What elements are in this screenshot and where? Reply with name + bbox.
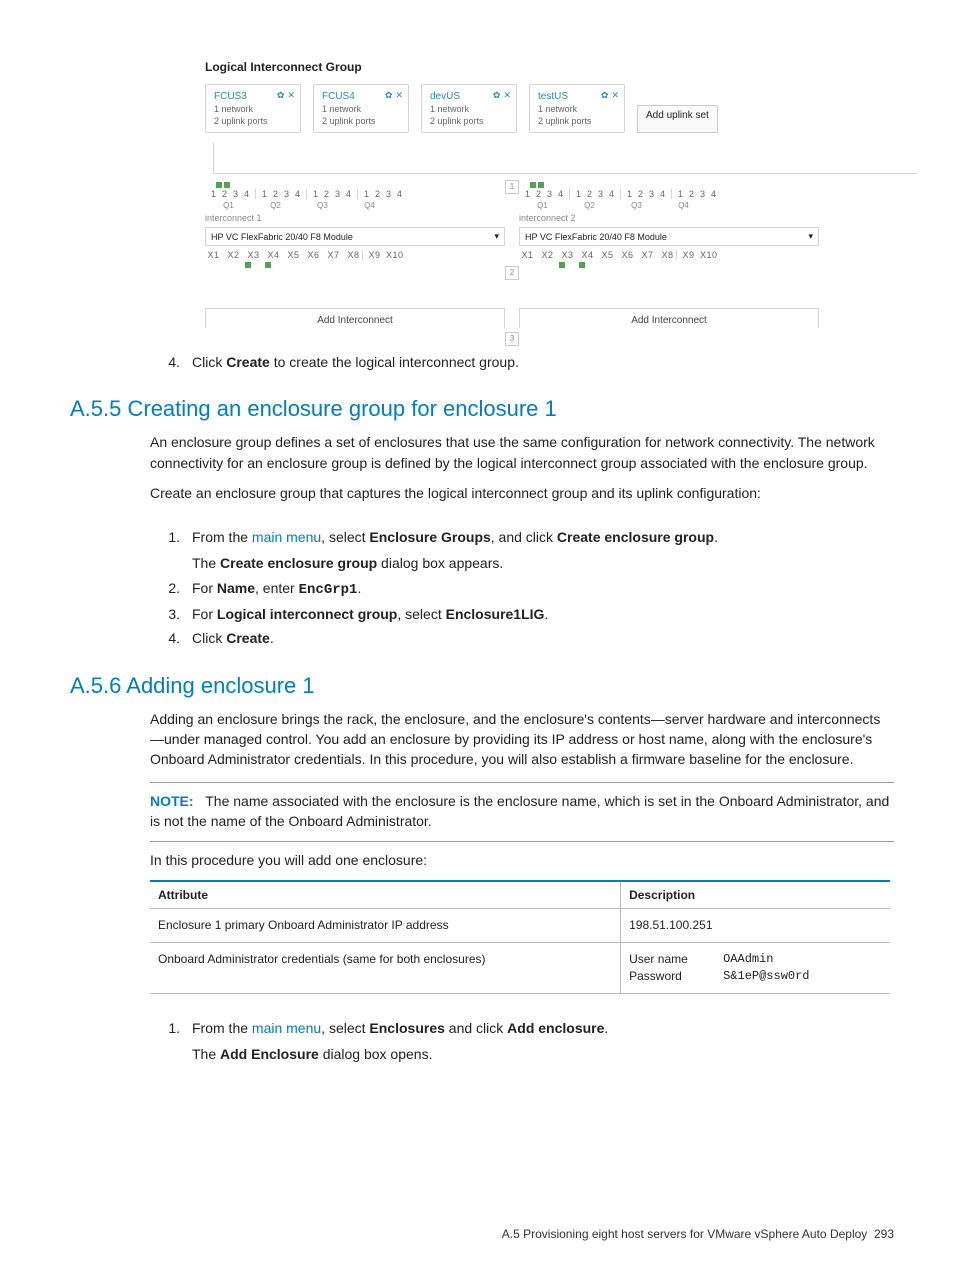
gear-icon[interactable]: ✿ <box>493 90 501 101</box>
gear-icon[interactable]: ✿ <box>385 90 393 101</box>
chevron-down-icon: ▾ <box>494 231 499 242</box>
a56-para1: Adding an enclosure brings the rack, the… <box>150 709 894 770</box>
close-icon[interactable]: ✕ <box>395 90 403 101</box>
section-heading-a56: A.5.6 Adding enclosure 1 <box>70 673 894 699</box>
port-indicator <box>224 182 230 188</box>
page-footer: A.5 Provisioning eight host servers for … <box>0 1227 894 1241</box>
port-indicator <box>538 182 544 188</box>
uplink-set-row: ✿✕ FCUS3 1 network 2 uplink ports ✿✕ FCU… <box>205 84 925 133</box>
step-body: For Logical interconnect group, select E… <box>192 604 894 624</box>
table-row: Onboard Administrator credentials (same … <box>150 943 890 994</box>
port-row: 1234 1234 1234 1234 <box>519 189 819 199</box>
a55-para2: Create an enclosure group that captures … <box>150 483 894 503</box>
step-number: 4. <box>150 352 192 372</box>
uplink-card-fcus4[interactable]: ✿✕ FCUS4 1 network 2 uplink ports <box>313 84 409 133</box>
a56-para2: In this procedure you will add one enclo… <box>150 850 894 870</box>
page: Logical Interconnect Group ✿✕ FCUS3 1 ne… <box>0 0 954 1271</box>
step-body: From the main menu, select Enclosure Gro… <box>192 527 894 574</box>
uplink-card-fcus3[interactable]: ✿✕ FCUS3 1 network 2 uplink ports <box>205 84 301 133</box>
slot-badge-2: 2 <box>505 266 519 280</box>
note-block: NOTE: The name associated with the enclo… <box>150 791 894 832</box>
a55-steps: 1. From the main menu, select Enclosure … <box>150 527 894 648</box>
table-header-attribute: Attribute <box>150 881 621 909</box>
step-number: 1. <box>150 527 192 574</box>
step-number: 3. <box>150 604 192 624</box>
step-body: Click Create to create the logical inter… <box>192 352 894 372</box>
close-icon[interactable]: ✕ <box>287 90 295 101</box>
gear-icon[interactable]: ✿ <box>277 90 285 101</box>
port-row: 1234 1234 1234 1234 <box>205 189 505 199</box>
x-port-row: X1X2X3X4X5X6X7X8X9X10 <box>205 250 505 260</box>
slot-badge-1: 1 <box>505 180 519 194</box>
module-select-2[interactable]: HP VC FlexFabric 20/40 F8 Module▾ <box>519 227 819 246</box>
port-indicator <box>245 262 251 268</box>
uplink-card-testus[interactable]: ✿✕ testUS 1 network 2 uplink ports <box>529 84 625 133</box>
gear-icon[interactable]: ✿ <box>601 90 609 101</box>
step-number: 4. <box>150 628 192 648</box>
step-number: 2. <box>150 578 192 600</box>
port-indicator <box>579 262 585 268</box>
enclosure-attr-table: Attribute Description Enclosure 1 primar… <box>150 880 890 993</box>
port-indicator <box>216 182 222 188</box>
diagram-title: Logical Interconnect Group <box>205 60 894 74</box>
interconnect-1-label: interconnect 1 <box>205 213 505 223</box>
uplink-card-devus[interactable]: ✿✕ devUS 1 network 2 uplink ports <box>421 84 517 133</box>
close-icon[interactable]: ✕ <box>611 90 619 101</box>
port-indicator <box>559 262 565 268</box>
section-heading-a55: A.5.5 Creating an enclosure group for en… <box>70 396 894 422</box>
module-select-1[interactable]: HP VC FlexFabric 20/40 F8 Module▾ <box>205 227 505 246</box>
add-interconnect-button-1[interactable]: Add Interconnect <box>205 308 505 328</box>
step-number: 1. <box>150 1018 192 1065</box>
chevron-down-icon: ▾ <box>808 231 813 242</box>
step-4-list: 4. Click Create to create the logical in… <box>150 352 894 372</box>
module-block-2: 1234 1234 1234 1234 Q1Q2Q3Q4 interconnec… <box>519 180 819 328</box>
x-port-row: X1X2X3X4X5X6X7X8X9X10 <box>519 250 819 260</box>
a55-para1: An enclosure group defines a set of encl… <box>150 432 894 473</box>
close-icon[interactable]: ✕ <box>503 90 511 101</box>
module-block-1: 1 1234 1234 1234 1234 Q1Q2Q3Q4 interconn… <box>205 180 505 328</box>
slot-badge-3: 3 <box>505 332 519 346</box>
step-body: Click Create. <box>192 628 894 648</box>
step-body: For Name, enter EncGrp1. <box>192 578 894 600</box>
lig-diagram: ✿✕ FCUS3 1 network 2 uplink ports ✿✕ FCU… <box>205 84 925 328</box>
add-uplink-set-button[interactable]: Add uplink set <box>637 105 718 133</box>
port-indicator <box>265 262 271 268</box>
table-header-description: Description <box>621 881 890 909</box>
interconnect-2-label: interconnect 2 <box>519 213 819 223</box>
table-row: Enclosure 1 primary Onboard Administrato… <box>150 909 890 943</box>
modules-row: 1 1234 1234 1234 1234 Q1Q2Q3Q4 interconn… <box>205 180 925 328</box>
a56-steps: 1. From the main menu, select Enclosures… <box>150 1018 894 1065</box>
add-interconnect-button-2[interactable]: Add Interconnect <box>519 308 819 328</box>
step-body: From the main menu, select Enclosures an… <box>192 1018 894 1065</box>
port-indicator <box>530 182 536 188</box>
wiring-lines <box>213 143 917 174</box>
